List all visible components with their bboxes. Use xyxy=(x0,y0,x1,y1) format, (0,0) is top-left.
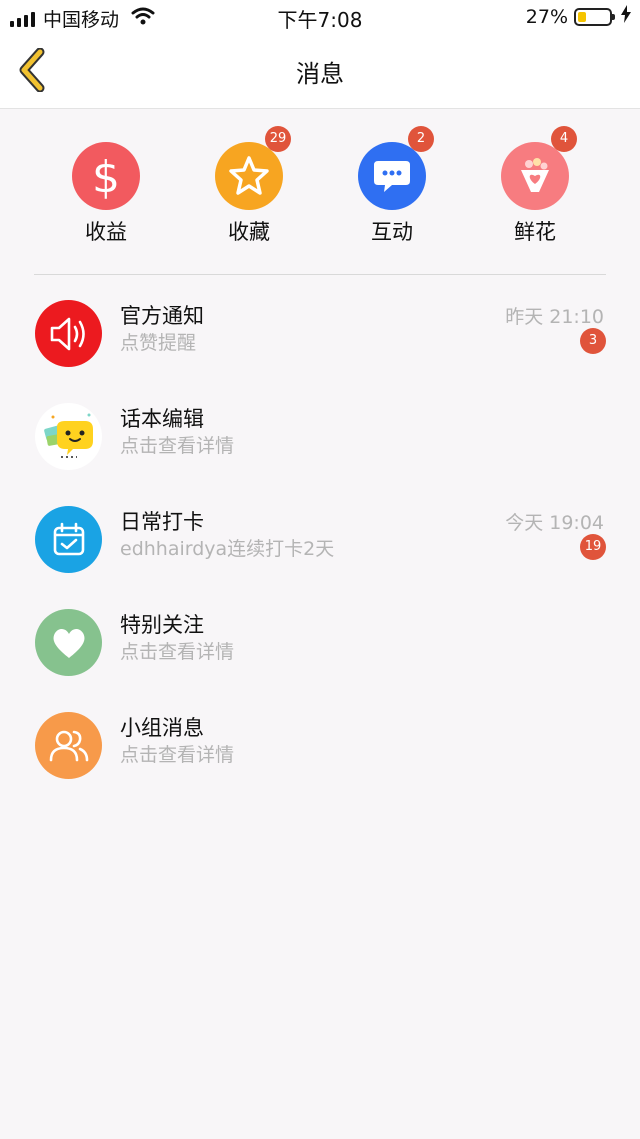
quick-item-interaction[interactable]: 2 互动 xyxy=(342,126,442,246)
speaker-icon xyxy=(35,300,102,367)
favorites-badge: 29 xyxy=(265,126,291,152)
list-item-special-follow[interactable]: 特别关注 点击查看详情 xyxy=(0,591,640,694)
quick-label: 收藏 xyxy=(228,220,270,244)
status-right: 27% xyxy=(526,5,632,28)
heart-icon xyxy=(35,609,102,676)
list-time: 今天 19:04 xyxy=(505,512,604,534)
status-bar: 中国移动 下午7:08 27% xyxy=(0,0,640,34)
quick-label: 互动 xyxy=(371,220,413,244)
editor-avatar-icon xyxy=(35,403,102,470)
list-item-daily-checkin[interactable]: 日常打卡 edhhairdya连续打卡2天 今天 19:04 19 xyxy=(0,488,640,591)
unread-badge: 3 xyxy=(580,328,606,354)
svg-text:$: $ xyxy=(92,152,120,200)
star-icon: 29 xyxy=(215,126,291,210)
battery-percent: 27% xyxy=(525,5,568,28)
list-title: 特别关注 xyxy=(120,613,204,637)
list-item-official-notice[interactable]: 官方通知 点赞提醒 昨天 21:10 3 xyxy=(0,282,640,385)
list-item-group[interactable]: 小组消息 点击查看详情 xyxy=(0,694,640,797)
quick-item-flowers[interactable]: 4 鲜花 xyxy=(485,126,585,246)
battery-fill xyxy=(578,11,586,22)
list-item-editor[interactable]: 话本编辑 点击查看详情 xyxy=(0,385,640,488)
flower-bouquet-icon: 4 xyxy=(501,126,577,210)
chat-bubble-icon: 2 xyxy=(358,126,434,210)
calendar-check-icon xyxy=(35,506,102,573)
bolt-icon xyxy=(620,5,632,28)
nav-bar: 消息 xyxy=(0,34,640,109)
list-title: 小组消息 xyxy=(120,716,204,740)
quick-actions: $ 收益 29 收藏 2 互动 4 鲜花 xyxy=(0,108,640,274)
section-divider xyxy=(34,274,606,275)
flowers-badge: 4 xyxy=(551,126,577,152)
quick-label: 鲜花 xyxy=(514,220,556,244)
battery-icon xyxy=(574,7,615,26)
list-subtitle: 点击查看详情 xyxy=(120,744,235,766)
list-subtitle: edhhairdya连续打卡2天 xyxy=(120,538,335,560)
dollar-icon: $ xyxy=(72,142,140,210)
quick-item-earnings[interactable]: $ 收益 xyxy=(56,142,156,246)
list-subtitle: 点赞提醒 xyxy=(120,332,197,354)
interaction-badge: 2 xyxy=(408,126,434,152)
list-title: 话本编辑 xyxy=(120,407,204,431)
quick-label: 收益 xyxy=(85,220,127,244)
list-time: 昨天 21:10 xyxy=(505,306,604,328)
page-title: 消息 xyxy=(296,60,344,88)
group-users-icon xyxy=(35,712,102,779)
message-list: 官方通知 点赞提醒 昨天 21:10 3 话本编辑 点击查看详情 日常打卡 ed… xyxy=(0,282,640,797)
list-title: 日常打卡 xyxy=(120,510,204,534)
quick-item-favorites[interactable]: 29 收藏 xyxy=(199,126,299,246)
list-subtitle: 点击查看详情 xyxy=(120,435,235,457)
list-subtitle: 点击查看详情 xyxy=(120,641,235,663)
list-title: 官方通知 xyxy=(120,304,204,328)
unread-badge: 19 xyxy=(580,534,606,560)
